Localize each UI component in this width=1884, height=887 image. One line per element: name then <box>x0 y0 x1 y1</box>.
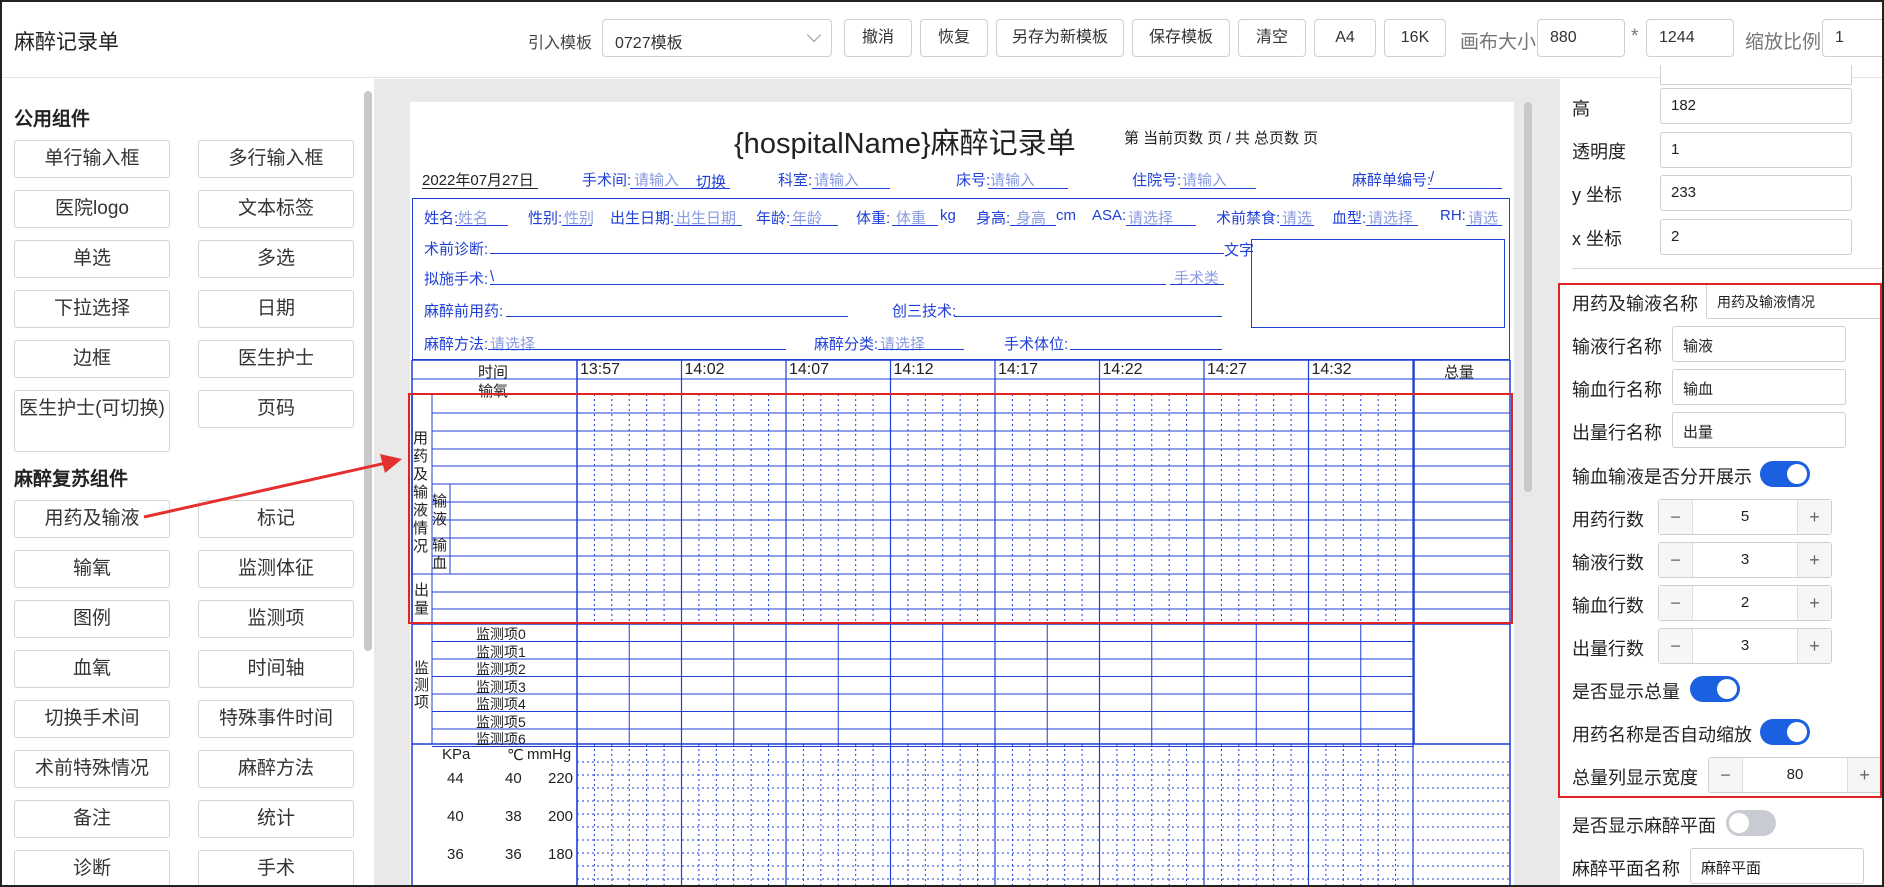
x-prop-input[interactable]: 2 <box>1660 219 1852 255</box>
x-prop-label: x 坐标 <box>1572 229 1623 249</box>
height-prop-input[interactable]: 182 <box>1660 88 1852 124</box>
time-label: 14:17 <box>998 361 1039 378</box>
opacity-prop-input[interactable]: 1 <box>1660 132 1852 168</box>
vitals-scale-label: 40 <box>447 808 464 825</box>
highlight-properties-section <box>1558 283 1882 798</box>
y-prop-input[interactable]: 233 <box>1660 175 1852 211</box>
time-label: 14:07 <box>789 361 830 378</box>
app-window: 麻醉记录单 引入模板 0727模板 撤消 恢复 另存为新模板 保存模板 清空 A… <box>0 0 1884 887</box>
prev-field-input[interactable] <box>1660 65 1852 85</box>
plane-name-input[interactable]: 麻醉平面 <box>1690 848 1864 884</box>
time-label: 14:32 <box>1311 361 1352 378</box>
vitals-scale-label: 220 <box>548 770 574 787</box>
vitals-header-temp: ℃ <box>507 747 524 764</box>
y-prop-label: y 坐标 <box>1572 185 1623 205</box>
vitals-scale-label: 200 <box>548 808 574 825</box>
vitals-scale-label: 44 <box>447 770 464 787</box>
time-label: 14:27 <box>1207 361 1248 378</box>
vitals-scale-label: 36 <box>447 846 464 863</box>
vitals-scale-label: 40 <box>505 770 522 787</box>
time-label: 13:57 <box>580 361 621 378</box>
opacity-prop-label: 透明度 <box>1572 142 1626 162</box>
time-label: 14:02 <box>684 361 725 378</box>
total-header: 总量 <box>1444 364 1475 381</box>
plane-name-label: 麻醉平面名称 <box>1572 859 1680 879</box>
show-plane-label: 是否显示麻醉平面 <box>1572 816 1716 836</box>
highlight-drug-infusion-component <box>408 393 1513 624</box>
vitals-header-mmhg: mmHg <box>527 746 572 763</box>
time-label: 14:22 <box>1102 361 1143 378</box>
vitals-scale-label: 36 <box>505 846 522 863</box>
vitals-scale-label: 180 <box>548 846 574 863</box>
time-header: 时间 <box>478 364 509 381</box>
show-plane-toggle[interactable] <box>1726 810 1776 836</box>
vitals-header-kpa: KPa <box>442 746 471 763</box>
height-prop-label: 高 <box>1572 99 1590 119</box>
vitals-scale-label: 38 <box>505 808 522 825</box>
time-label: 14:12 <box>893 361 934 378</box>
monitor-group-label: 监测项 <box>414 660 430 711</box>
